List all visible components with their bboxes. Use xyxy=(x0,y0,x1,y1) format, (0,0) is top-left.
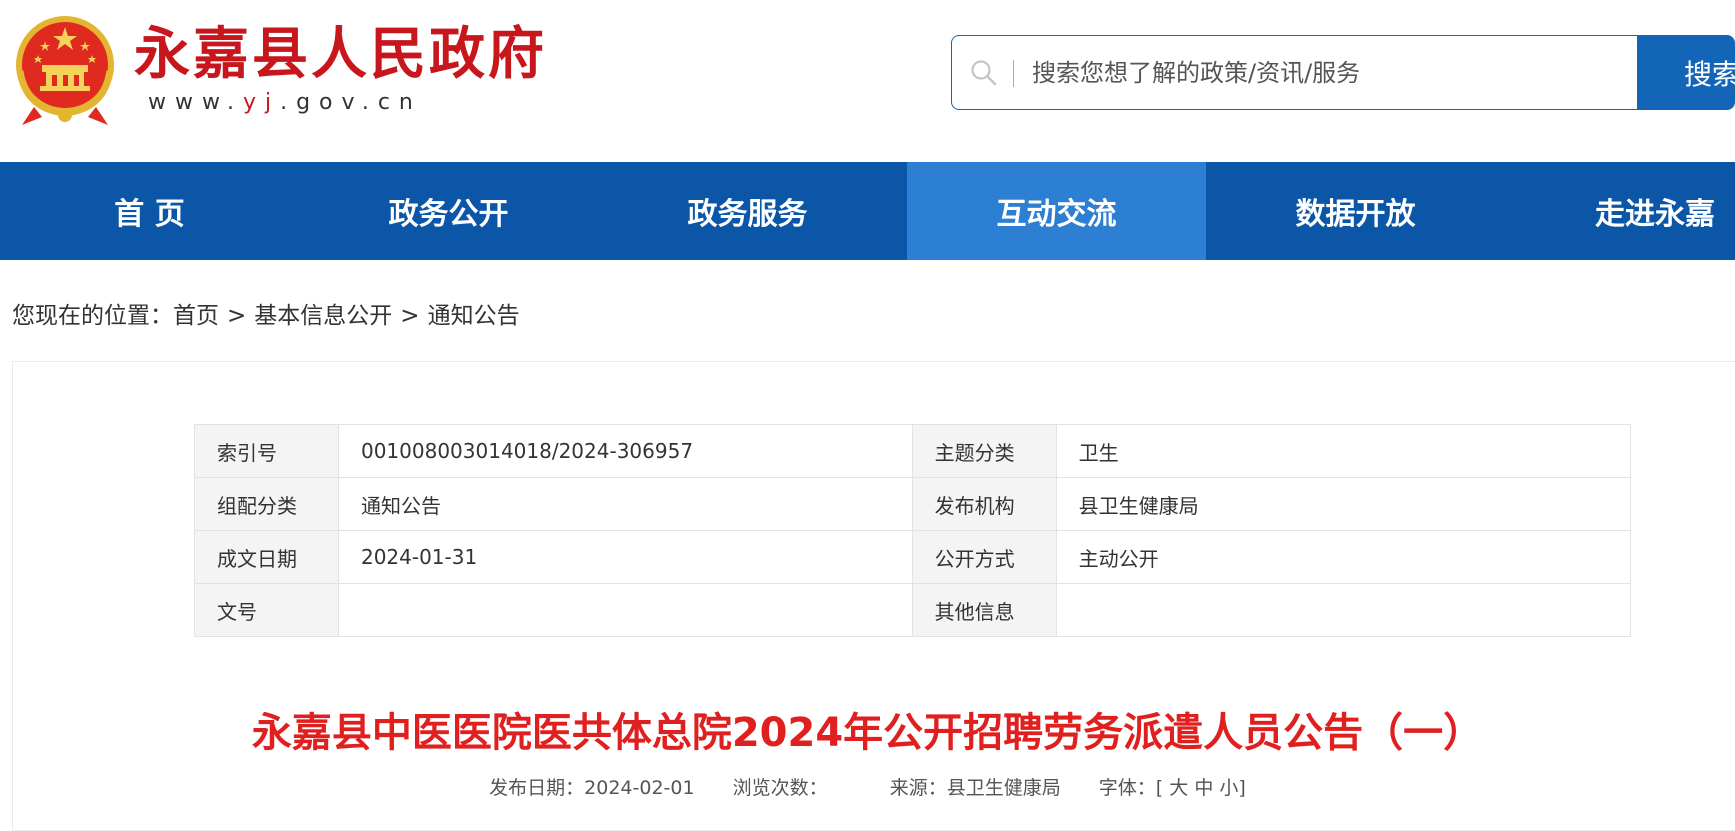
breadcrumb: 您现在的位置：首页 > 基本信息公开 > 通知公告 xyxy=(12,296,520,330)
meta-value-index: 001008003014018/2024-306957 xyxy=(337,424,913,478)
view-count-label: 浏览次数： xyxy=(732,777,828,799)
meta-value-disclosure-mode: 主动公开 xyxy=(1055,530,1632,584)
meta-label-topic: 主题分类 xyxy=(911,424,1057,478)
breadcrumb-item-notices[interactable]: 通知公告 xyxy=(428,303,520,329)
font-size-label: 字体： xyxy=(1098,777,1156,799)
breadcrumb-item-basic-info[interactable]: 基本信息公开 xyxy=(254,303,392,329)
table-row: 成文日期 2024-01-31 公开方式 主动公开 xyxy=(194,530,1632,584)
breadcrumb-separator: > xyxy=(400,303,420,329)
search-button[interactable]: 搜索 xyxy=(1637,35,1735,110)
national-emblem-icon[interactable] xyxy=(12,13,118,128)
meta-label-other-info: 其他信息 xyxy=(911,583,1057,637)
site-url-highlight: yj xyxy=(242,90,281,115)
publish-date-label: 发布日期： xyxy=(489,777,585,799)
meta-value-publisher: 县卫生健康局 xyxy=(1055,477,1632,531)
publish-date: 发布日期：2024-02-01 xyxy=(489,777,694,799)
font-size-large-button[interactable]: 大 xyxy=(1169,777,1188,799)
source-label: 来源： xyxy=(889,777,947,799)
table-row: 组配分类 通知公告 发布机构 县卫生健康局 xyxy=(194,477,1632,531)
meta-value-topic: 卫生 xyxy=(1055,424,1632,478)
meta-value-category: 通知公告 xyxy=(337,477,913,531)
source-value: 县卫生健康局 xyxy=(946,777,1061,799)
table-row: 索引号 001008003014018/2024-306957 主题分类 卫生 xyxy=(194,424,1632,478)
font-size-bracket-open: [ xyxy=(1155,777,1164,799)
article-meta: 发布日期：2024-02-01 浏览次数： 来源：县卫生健康局 字体：[ 大 中… xyxy=(0,773,1735,800)
nav-item-gov-services[interactable]: 政务服务 xyxy=(598,162,897,260)
main-nav: 首 页 政务公开 政务服务 互动交流 数据开放 走进永嘉 xyxy=(0,162,1735,260)
font-size-medium-button[interactable]: 中 xyxy=(1194,777,1213,799)
site-url: www.yj.gov.cn xyxy=(148,90,422,115)
site-header: 永嘉县人民政府 www.yj.gov.cn 搜索 xyxy=(0,0,1735,162)
font-size-bracket-close: ] xyxy=(1238,777,1246,799)
font-size-control: 字体：[ 大 中 小] xyxy=(1099,777,1246,799)
table-row: 文号 其他信息 xyxy=(194,583,1632,637)
article-title: 永嘉县中医医院医共体总院2024年公开招聘劳务派遣人员公告（一） xyxy=(251,710,1484,756)
breadcrumb-item-home[interactable]: 首页 xyxy=(173,303,219,329)
meta-label-written-date: 成文日期 xyxy=(194,530,339,584)
site-url-suffix: .gov.cn xyxy=(280,90,422,115)
meta-label-disclosure-mode: 公开方式 xyxy=(911,530,1057,584)
publish-date-value: 2024-02-01 xyxy=(584,777,695,799)
meta-label-publisher: 发布机构 xyxy=(911,477,1057,531)
search-box xyxy=(951,35,1639,110)
nav-item-interaction[interactable]: 互动交流 xyxy=(907,162,1206,260)
article-source: 来源：县卫生健康局 xyxy=(890,777,1061,799)
site-url-prefix: www. xyxy=(148,90,243,115)
meta-label-category: 组配分类 xyxy=(194,477,339,531)
meta-value-written-date: 2024-01-31 xyxy=(337,530,913,584)
breadcrumb-separator: > xyxy=(227,303,247,329)
search-input[interactable] xyxy=(1032,50,1622,96)
breadcrumb-prefix: 您现在的位置： xyxy=(12,303,173,329)
view-count: 浏览次数： xyxy=(733,777,852,799)
meta-value-doc-number xyxy=(337,583,913,637)
document-meta-table: 索引号 001008003014018/2024-306957 主题分类 卫生 … xyxy=(194,424,1632,637)
nav-item-home[interactable]: 首 页 xyxy=(0,162,299,260)
search-icon xyxy=(971,60,997,86)
font-size-small-button[interactable]: 小 xyxy=(1219,777,1238,799)
meta-value-other-info xyxy=(1055,583,1632,637)
search-divider xyxy=(1013,60,1014,87)
meta-label-index: 索引号 xyxy=(194,424,339,478)
nav-item-gov-affairs-open[interactable]: 政务公开 xyxy=(299,162,598,260)
meta-label-doc-number: 文号 xyxy=(194,583,339,637)
nav-item-open-data[interactable]: 数据开放 xyxy=(1206,162,1505,260)
site-title[interactable]: 永嘉县人民政府 xyxy=(134,14,547,94)
nav-item-about-yongjia[interactable]: 走进永嘉 xyxy=(1505,162,1735,260)
